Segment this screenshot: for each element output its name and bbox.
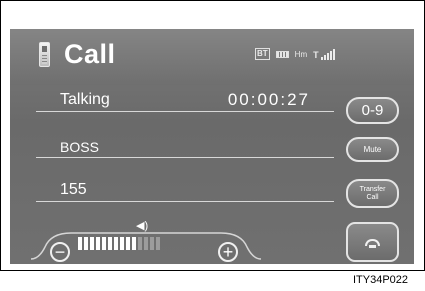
speaker-icon: ◀) (136, 220, 149, 232)
volume-segment (96, 237, 100, 250)
volume-segment (132, 237, 136, 250)
home-network-label: Hm (294, 49, 308, 59)
volume-segment (84, 237, 88, 250)
contact-name-row: BOSS (36, 133, 334, 158)
transfer-call-button[interactable]: Transfer Call (346, 179, 399, 208)
call-status-row: Talking 00:00:27 (36, 87, 334, 112)
figure-caption: ITY34P022 (353, 274, 409, 286)
signal-strength-icon: T (313, 48, 335, 60)
volume-segment (120, 237, 124, 250)
status-indicators: BT Hm T (255, 48, 335, 60)
volume-segment (78, 237, 82, 250)
volume-segment (114, 237, 118, 250)
volume-segment (90, 237, 94, 250)
hang-up-icon (365, 238, 380, 248)
volume-segment (138, 237, 142, 250)
volume-segment (126, 237, 130, 250)
contact-name: BOSS (60, 139, 99, 155)
phone-number-row: 155 (36, 177, 334, 202)
call-status-label: Talking (60, 91, 110, 108)
volume-level-bar (78, 237, 160, 250)
page-title: Call (64, 39, 116, 69)
bluetooth-icon: BT (255, 48, 270, 60)
phone-number: 155 (60, 181, 87, 198)
header-bar: Call BT Hm T (10, 29, 414, 85)
volume-down-button[interactable]: − (50, 242, 70, 262)
mobile-phone-icon (39, 42, 50, 67)
call-screen: Call BT Hm T Talking 00:00:27 BOSS 155 0… (10, 29, 414, 264)
volume-segment (108, 237, 112, 250)
end-call-button[interactable] (346, 222, 399, 262)
keypad-button[interactable]: 0-9 (346, 97, 399, 124)
mute-button[interactable]: Mute (346, 137, 399, 162)
volume-up-button[interactable]: + (218, 242, 238, 262)
battery-icon (275, 50, 289, 58)
volume-segment (150, 237, 154, 250)
volume-segment (144, 237, 148, 250)
call-timer: 00:00:27 (227, 90, 310, 109)
volume-segment (102, 237, 106, 250)
volume-segment (156, 237, 160, 250)
